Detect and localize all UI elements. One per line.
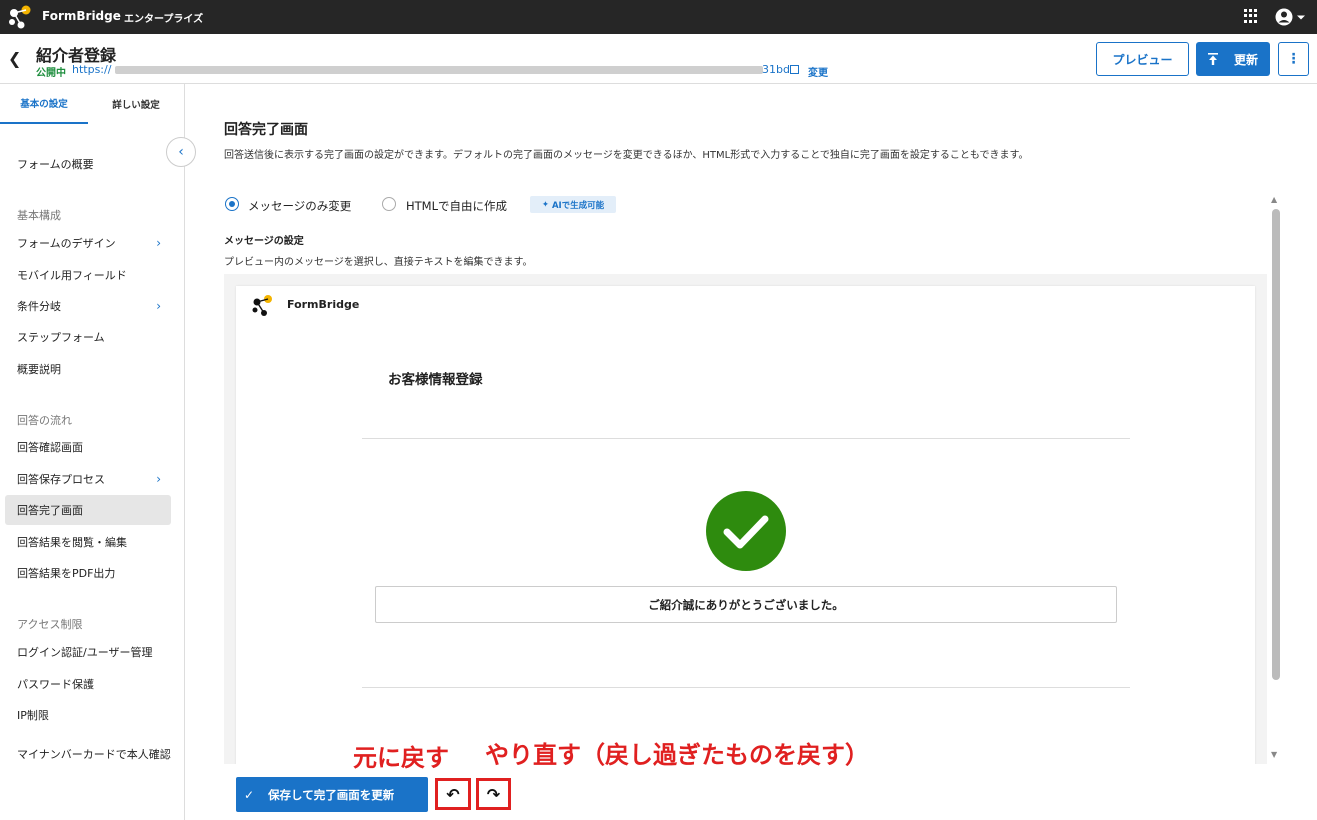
edition-label: エンタープライズ — [124, 14, 204, 25]
sidebar-item-confirm[interactable]: 回答確認画面 — [5, 432, 171, 462]
sidebar-item-login[interactable]: ログイン認証/ユーザー管理 — [5, 637, 171, 667]
save-button-label: 保存して完了画面を更新 — [268, 787, 395, 802]
sidebar-item-design[interactable]: フォームのデザイン › — [5, 228, 171, 258]
update-button[interactable]: 更新 — [1196, 42, 1270, 76]
sidebar-item-conditional[interactable]: 条件分岐 › — [5, 291, 171, 321]
collapse-sidebar-button[interactable]: ‹ — [166, 137, 196, 167]
tab-advanced-settings[interactable]: 詳しい設定 — [88, 84, 184, 124]
radio-html[interactable] — [382, 197, 396, 211]
change-url-link[interactable]: 変更 — [808, 64, 828, 79]
check-circle-icon — [706, 491, 786, 571]
undo-button[interactable]: ↶ — [435, 778, 471, 810]
preview-divider — [362, 438, 1130, 439]
section-title: 回答完了画面 — [224, 122, 308, 138]
message-settings-description: プレビュー内のメッセージを選択し、直接テキストを編集できます。 — [224, 257, 533, 268]
section-title-basic: 基本構成 — [17, 209, 61, 222]
radio-label-html[interactable]: HTMLで自由に作成 — [406, 198, 507, 214]
account-icon[interactable] — [1274, 7, 1306, 27]
redo-button[interactable]: ↷ — [476, 778, 511, 810]
tab-basic-settings[interactable]: 基本の設定 — [0, 84, 88, 124]
preview-form-title: お客様情報登録 — [388, 372, 483, 388]
form-url-tail[interactable]: 31bd — [762, 63, 790, 76]
upload-icon — [1207, 53, 1218, 65]
completion-message-field[interactable]: ご紹介誠にありがとうございました。 — [375, 586, 1117, 623]
preview-brand-name: FormBridge — [287, 298, 360, 311]
sidebar-item-label: フォームのデザイン — [17, 237, 116, 250]
sidebar-item-pdf[interactable]: 回答結果をPDF出力 — [5, 558, 171, 588]
sidebar-item-step-form[interactable]: ステップフォーム — [5, 322, 171, 352]
page-header: ❮ 紹介者登録 公開中 https:// 31bd 変更 プレビュー 更新 ⋮ — [0, 34, 1317, 84]
sidebar-item-ip[interactable]: IP制限 — [5, 700, 171, 730]
preview-button[interactable]: プレビュー — [1096, 42, 1189, 76]
status-badge: 公開中 — [36, 68, 66, 79]
radio-label-message-only[interactable]: メッセージのみ変更 — [248, 198, 351, 214]
sidebar: 基本の設定 詳しい設定 フォームの概要 基本構成 フォームのデザイン › モバイ… — [0, 84, 185, 820]
sidebar-item-label: 条件分岐 — [17, 300, 61, 313]
scroll-down-arrow-icon[interactable]: ▼ — [1271, 750, 1277, 759]
section-title-flow: 回答の流れ — [17, 414, 72, 427]
sidebar-item-description[interactable]: 概要説明 — [5, 354, 171, 384]
back-arrow-icon[interactable]: ❮ — [8, 49, 21, 68]
sidebar-item-overview[interactable]: フォームの概要 — [5, 149, 171, 179]
sidebar-item-label: 回答保存プロセス — [17, 473, 105, 486]
external-link-icon[interactable] — [790, 65, 799, 74]
ai-badge-label: AIで生成可能 — [551, 200, 605, 211]
sidebar-item-password[interactable]: パスワード保護 — [5, 669, 171, 699]
preview-card: FormBridge お客様情報登録 ご紹介誠にありがとうございました。 — [236, 286, 1255, 764]
preview-scrollbar[interactable] — [1272, 209, 1280, 680]
preview-area: FormBridge お客様情報登録 ご紹介誠にありがとうございました。 — [224, 274, 1267, 764]
sidebar-item-mynumber[interactable]: マイナンバーカードで本人確認 — [5, 737, 171, 771]
sidebar-item-mobile-fields[interactable]: モバイル用フィールド — [5, 260, 171, 290]
chevron-right-icon: › — [156, 472, 161, 486]
sidebar-item-save-process[interactable]: 回答保存プロセス › — [5, 464, 171, 494]
annotation-undo: 元に戻す — [353, 744, 449, 772]
radio-message-only[interactable] — [225, 197, 239, 211]
scroll-up-arrow-icon[interactable]: ▲ — [1271, 195, 1277, 204]
top-bar: FormBridge エンタープライズ — [0, 0, 1317, 34]
check-icon: ✓ — [244, 787, 255, 802]
preview-divider — [362, 687, 1130, 688]
save-and-update-button[interactable]: ✓ 保存して完了画面を更新 — [236, 777, 428, 812]
section-description: 回答送信後に表示する完了画面の設定ができます。デフォルトの完了画面のメッセージを… — [224, 150, 1029, 161]
ai-badge: ✦ AIで生成可能 — [530, 196, 616, 213]
form-url-link[interactable]: https:// — [72, 63, 111, 76]
sidebar-item-view-edit[interactable]: 回答結果を閲覧・編集 — [5, 527, 171, 557]
sparkle-icon: ✦ — [541, 199, 549, 210]
formbridge-logo-icon[interactable] — [6, 4, 32, 30]
formbridge-logo-icon — [252, 295, 272, 316]
undo-icon: ↶ — [446, 784, 460, 804]
chevron-right-icon: › — [156, 236, 161, 250]
annotation-redo: やり直す（戻し過ぎたものを戻す） — [485, 741, 869, 769]
sidebar-item-complete[interactable]: 回答完了画面 — [5, 495, 171, 525]
more-options-button[interactable]: ⋮ — [1278, 42, 1309, 76]
redo-icon: ↷ — [486, 784, 501, 804]
url-redaction — [115, 66, 763, 74]
apps-grid-icon[interactable] — [1244, 9, 1258, 23]
message-settings-title: メッセージの設定 — [224, 236, 304, 247]
chevron-right-icon: › — [156, 299, 161, 313]
update-button-label: 更新 — [1233, 52, 1258, 67]
brand-name: FormBridge — [42, 9, 121, 23]
section-title-access: アクセス制限 — [17, 618, 83, 631]
